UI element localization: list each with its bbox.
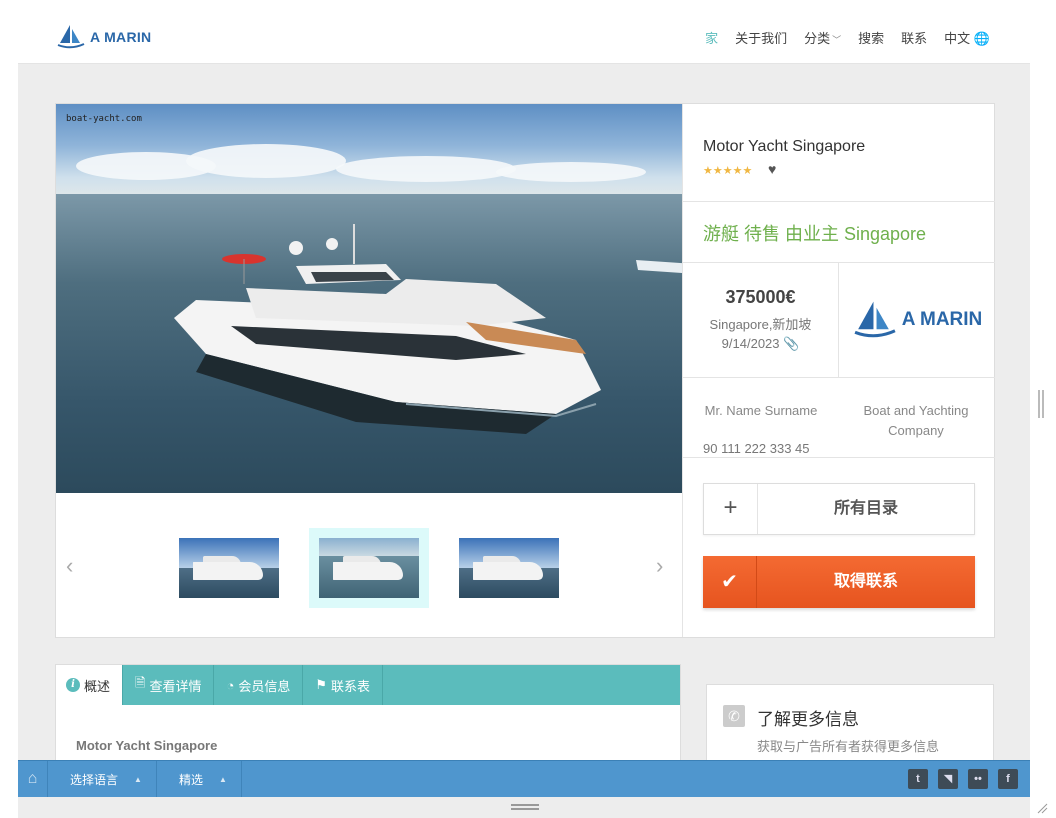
tab-view-details-label: 查看详情	[149, 678, 202, 694]
nav-item-about[interactable]: 关于我们	[735, 28, 787, 47]
flickr-icon[interactable]: ••	[968, 769, 988, 789]
caret-up-icon: ▲	[218, 774, 227, 784]
overview-title: Motor Yacht Singapore	[76, 738, 218, 753]
chevron-left-icon[interactable]: ‹	[66, 553, 73, 579]
divider	[683, 201, 995, 202]
language-label: 中文	[944, 31, 971, 46]
thumbnail-3[interactable]	[459, 538, 559, 598]
company-name: Boat and Yachting Company	[863, 403, 969, 438]
more-info-subtitle: 获取与广告所有者获得更多信息	[757, 739, 940, 754]
resize-grip[interactable]	[511, 804, 539, 810]
facebook-icon[interactable]: f	[998, 769, 1018, 789]
tab-member-info-label: 会员信息	[238, 678, 291, 694]
nav-item-language[interactable]: 中文 🌐	[944, 28, 990, 47]
top-navbar: A MARIN 家 关于我们 分类 ﹀ 搜索 联系 中文 🌐	[18, 10, 1030, 64]
thumbnail-2-selected[interactable]	[309, 528, 429, 608]
listing-card: boat-yacht.com ‹ › Motor Yacht Singapore…	[55, 103, 995, 638]
nav-item-categories-label: 分类	[804, 31, 831, 46]
date-value: 9/14/2023	[721, 336, 780, 351]
main-nav: 家 关于我们 分类 ﹀ 搜索 联系 中文 🌐	[705, 28, 990, 47]
location: Singapore,新加坡	[709, 317, 812, 332]
listing-title: Motor Yacht Singapore	[703, 138, 866, 155]
scrollbar-handle[interactable]	[1038, 390, 1044, 418]
sailboat-logo-icon	[854, 301, 896, 338]
nav-item-search[interactable]: 搜索	[858, 28, 884, 47]
photo-watermark: boat-yacht.com	[66, 114, 142, 124]
tab-overview[interactable]: i 概述	[56, 665, 124, 705]
nav-item-categories[interactable]: 分类 ﹀	[804, 28, 841, 47]
favorite-heart-icon[interactable]: ♥	[768, 161, 776, 177]
listing-sidebar: Motor Yacht Singapore ★★★★★ ♥ 游艇 待售 由业主 …	[682, 104, 995, 637]
caret-up-icon: ▲	[134, 774, 142, 784]
user-circle-icon: ◔	[226, 677, 235, 693]
contact-phone[interactable]: 90 111 222 333 45	[703, 441, 810, 456]
twitter-icon[interactable]: t	[908, 769, 928, 789]
all-catalog-label: 所有目录	[833, 500, 898, 517]
featured-selector-label: 精选	[178, 772, 203, 787]
tab-contact-form[interactable]: ⚑ 联系表	[303, 665, 384, 705]
phone-icon: ✆	[723, 705, 745, 727]
thumbnail-strip: ‹ ›	[56, 493, 682, 638]
document-icon: 🗎	[135, 675, 146, 690]
divider	[683, 377, 995, 378]
sailboat-logo-icon	[57, 25, 85, 49]
get-in-touch-label: 取得联系	[833, 573, 898, 590]
featured-selector[interactable]: 精选 ▲	[157, 761, 242, 797]
details-tabs-card: i 概述 🗎 查看详情 ◔ 会员信息 ⚑ 联系表 Motor Yacht Singapo…	[55, 664, 681, 774]
get-in-touch-button[interactable]: ✔ 取得联系	[703, 556, 975, 608]
bottom-toolbar: ⌂ 选择语言 ▲ 精选 ▲ t ◥ •• f	[18, 760, 1030, 797]
plus-icon: +	[704, 484, 758, 534]
bookmark-icon: ⚑	[315, 677, 328, 692]
nav-item-contact[interactable]: 联系	[901, 28, 927, 47]
price-box: 375000€ Singapore,新加坡 9/14/2023 📎	[683, 263, 839, 377]
info-icon: i	[66, 678, 80, 692]
thumbnail-1[interactable]	[179, 538, 279, 598]
tab-overview-label: 概述	[84, 678, 111, 694]
home-icon[interactable]: ⌂	[18, 761, 48, 797]
chevron-down-icon: ﹀	[832, 35, 842, 45]
category-line: 游艇 待售 由业主 Singapore	[703, 224, 927, 244]
listing-date: 9/14/2023 📎	[683, 336, 838, 352]
social-links: t ◥ •• f	[908, 769, 1018, 789]
tab-view-details[interactable]: 🗎 查看详情	[123, 665, 215, 705]
logo-text: A MARIN	[90, 29, 152, 45]
yacht-image	[174, 224, 682, 434]
language-selector-label: 选择语言	[70, 772, 119, 787]
divider	[683, 457, 995, 458]
contact-name: Mr. Name Surname	[704, 403, 818, 418]
corner-resize-icon[interactable]	[1036, 802, 1048, 814]
price: 375000€	[725, 287, 796, 307]
dealer-logo-text: A MARIN	[901, 309, 983, 330]
more-info-title: 了解更多信息	[757, 710, 859, 729]
tab-contact-form-label: 联系表	[331, 678, 371, 694]
paperclip-icon: 📎	[783, 336, 800, 351]
nav-item-home[interactable]: 家	[705, 28, 718, 47]
tab-bar: i 概述 🗎 查看详情 ◔ 会员信息 ⚑ 联系表	[56, 665, 680, 705]
rating-stars: ★★★★★	[703, 165, 753, 177]
dealer-logo[interactable]: A MARIN	[839, 263, 995, 377]
chevron-right-icon[interactable]: ›	[656, 553, 663, 579]
tab-member-info[interactable]: ◔ 会员信息	[214, 665, 304, 705]
rss-icon[interactable]: ◥	[938, 769, 958, 789]
language-selector[interactable]: 选择语言 ▲	[48, 761, 157, 797]
main-photo[interactable]: boat-yacht.com	[56, 104, 682, 493]
globe-icon: 🌐	[973, 31, 990, 46]
all-catalog-button[interactable]: + 所有目录	[703, 483, 975, 535]
site-logo[interactable]: A MARIN	[56, 24, 151, 50]
checkmark-icon: ✔	[703, 556, 757, 608]
